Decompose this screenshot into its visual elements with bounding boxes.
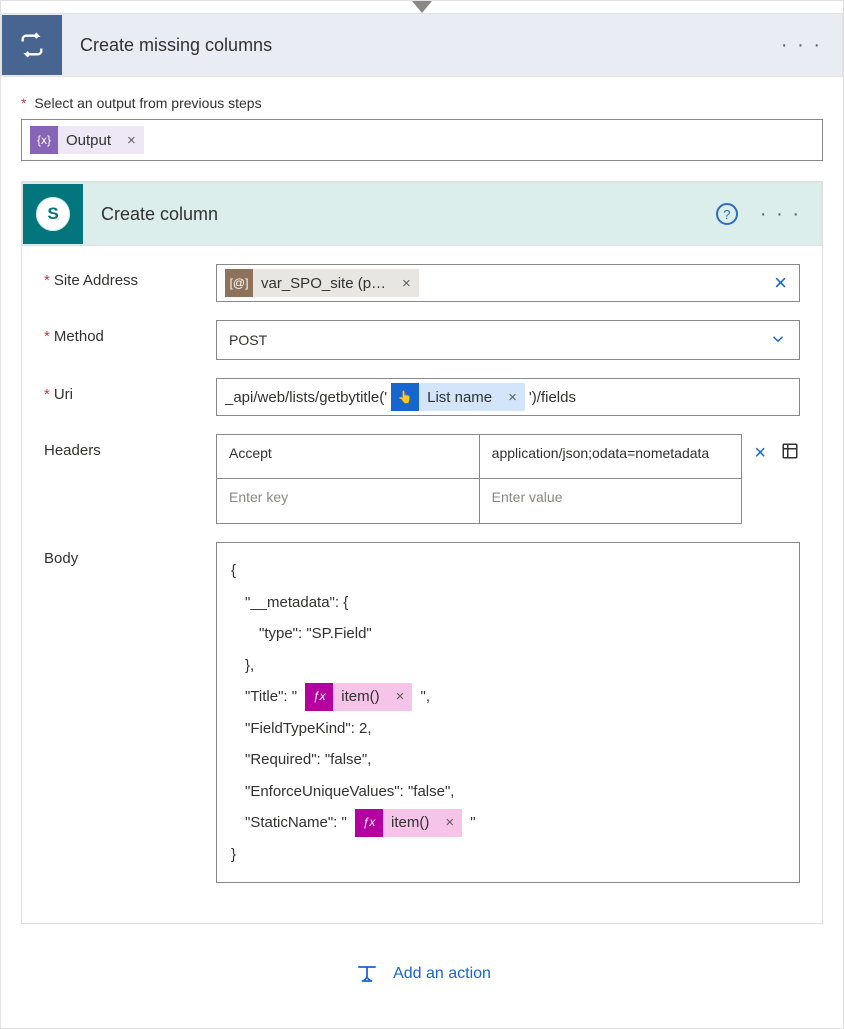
remove-token-icon[interactable]: ×: [394, 275, 419, 292]
site-address-token[interactable]: [@] var_SPO_site (p… ×: [225, 269, 419, 297]
dynamic-content-icon: 👆: [391, 383, 419, 411]
header-row: Accept application/json;odata=nometadata: [217, 435, 741, 479]
variable-at-icon: [@]: [225, 269, 253, 297]
remove-token-icon[interactable]: ×: [119, 132, 144, 149]
method-label: *Method: [44, 320, 216, 345]
header-key-cell[interactable]: Accept: [217, 435, 480, 479]
fx-icon: ƒx: [355, 809, 383, 837]
remove-token-icon[interactable]: ×: [437, 807, 462, 839]
header-value-input[interactable]: Enter value: [480, 479, 742, 523]
help-icon[interactable]: ?: [716, 203, 738, 225]
header-key-input[interactable]: Enter key: [217, 479, 480, 523]
sharepoint-action-header[interactable]: S Create column ? · · ·: [22, 182, 822, 246]
list-name-token[interactable]: 👆 List name ×: [391, 383, 525, 411]
headers-grid: Accept application/json;odata=nometadata…: [216, 434, 742, 524]
fx-icon: ƒx: [305, 683, 333, 711]
site-address-label: *Site Address: [44, 264, 216, 289]
header-value-cell[interactable]: application/json;odata=nometadata: [480, 435, 742, 479]
header-row-empty: Enter key Enter value: [217, 479, 741, 523]
loop-action-title: Create missing columns: [80, 35, 781, 56]
delete-header-icon[interactable]: ×: [754, 442, 766, 465]
remove-token-icon[interactable]: ×: [500, 389, 525, 406]
sharepoint-action-title: Create column: [101, 204, 716, 225]
add-action-icon: [353, 962, 381, 986]
select-output-field[interactable]: {x} Output ×: [21, 119, 823, 161]
clear-field-icon[interactable]: ×: [770, 270, 791, 296]
item-token[interactable]: ƒx item() ×: [355, 809, 462, 837]
body-label: Body: [44, 542, 216, 567]
sharepoint-icon: S: [23, 184, 83, 244]
method-select[interactable]: POST: [216, 320, 800, 360]
item-token[interactable]: ƒx item() ×: [305, 683, 412, 711]
loop-action-header[interactable]: Create missing columns · · ·: [1, 13, 843, 77]
select-output-label: * Select an output from previous steps: [21, 95, 823, 111]
body-input[interactable]: { "__metadata": { "type": "SP.Field" }, …: [216, 542, 800, 883]
uri-label: *Uri: [44, 378, 216, 403]
flow-connector-arrow: [412, 1, 432, 13]
switch-mode-icon[interactable]: [780, 442, 800, 465]
add-action-button[interactable]: Add an action: [21, 924, 823, 1000]
chevron-down-icon: [769, 330, 787, 351]
required-star: *: [21, 95, 26, 111]
variable-icon: {x}: [30, 126, 58, 154]
loop-icon: [2, 15, 62, 75]
headers-label: Headers: [44, 434, 216, 459]
remove-token-icon[interactable]: ×: [388, 681, 413, 713]
sharepoint-action-menu[interactable]: · · ·: [760, 203, 801, 226]
loop-action-menu[interactable]: · · ·: [781, 34, 822, 57]
uri-input[interactable]: _api/web/lists/getbytitle(' 👆 List name …: [216, 378, 800, 416]
site-address-input[interactable]: [@] var_SPO_site (p… × ×: [216, 264, 800, 302]
output-token[interactable]: {x} Output ×: [30, 126, 144, 154]
